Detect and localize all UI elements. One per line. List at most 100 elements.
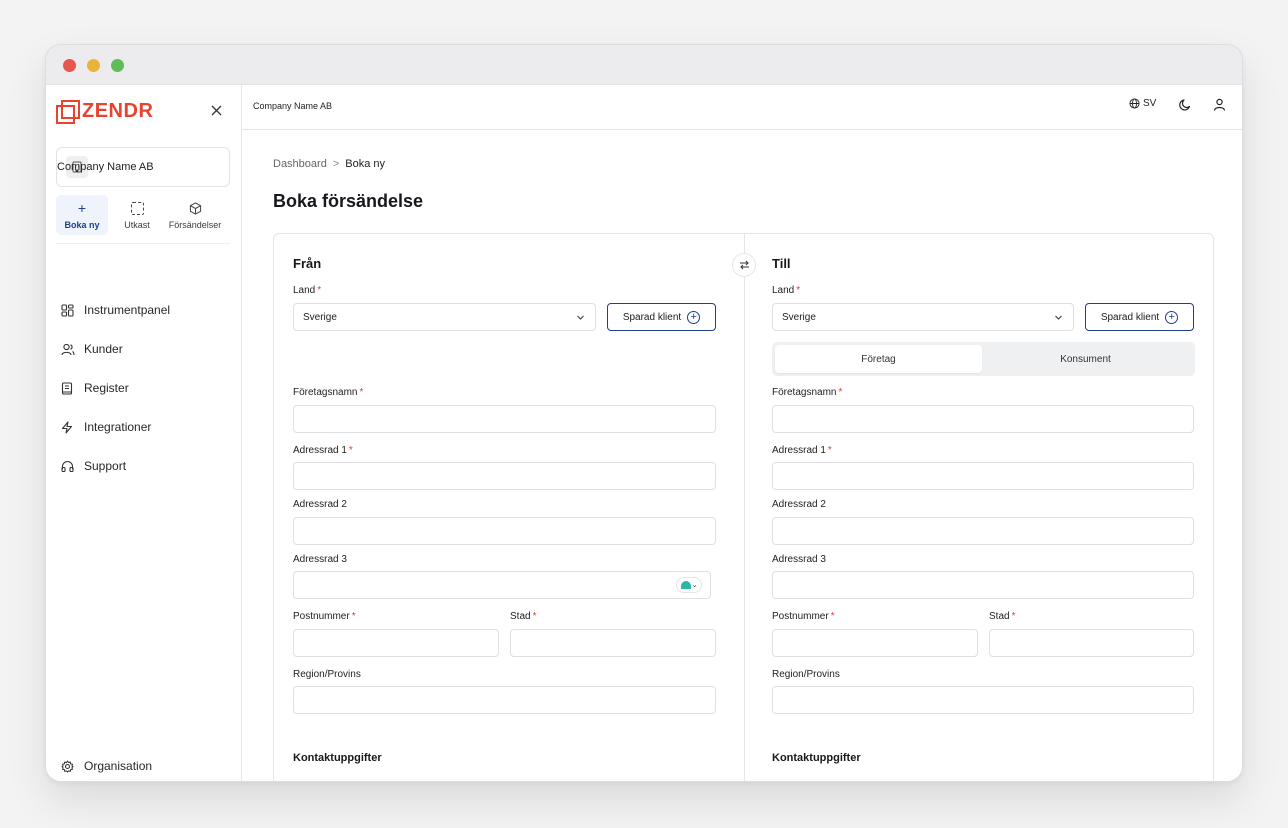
language-selector[interactable]: SV [1129,98,1156,109]
maximize-window-button[interactable] [111,59,124,72]
dashboard-icon [56,303,82,317]
swap-icon [739,260,749,270]
sidebar-item-instrumentpanel[interactable]: Instrumentpanel [56,299,230,321]
plus-icon: + [77,200,87,216]
from-saved-client-button[interactable]: Sparad klient + [607,303,716,331]
sidebar-item-register[interactable]: Register [56,377,230,399]
app-window: ZENDR Company Name AB + Boka ny Utkast F… [45,44,1243,782]
sidebar-item-label: Organisation [84,759,153,773]
close-sidebar-button[interactable] [206,100,226,120]
to-region-label: Region/Provins [772,669,840,680]
from-contact-title: Kontaktuppgifter [293,752,382,764]
from-address1-input[interactable] [293,462,716,490]
company-selector[interactable]: Company Name AB [56,147,230,187]
company-name: Company Name AB [57,161,154,173]
user-icon [1213,98,1226,111]
page-title: Boka försändelse [273,191,424,211]
globe-icon [1129,98,1140,109]
sidebar-item-kunder[interactable]: Kunder [56,338,230,360]
top-bar: Company Name AB SV [242,85,1242,130]
quick-action-label: Utkast [124,220,150,230]
to-address1-input[interactable] [772,462,1194,490]
to-address1-label: Adressrad 1 * [772,445,832,456]
plus-circle-icon: + [687,310,701,324]
main-content: Dashboard > Boka ny Boka försändelse Frå… [242,130,1242,781]
gear-icon [56,760,82,773]
user-menu-button[interactable] [1213,98,1226,116]
from-region-input[interactable] [293,686,716,714]
to-postal-input[interactable] [772,629,978,657]
from-country-label: Land * [293,285,322,296]
title-bar [46,45,1242,85]
topbar-company-name: Company Name AB [253,101,333,111]
to-city-label: Stad * [989,611,1016,622]
to-address3-input[interactable] [772,571,1194,599]
book-icon [56,381,82,395]
breadcrumb-dashboard[interactable]: Dashboard [273,158,327,170]
quick-action-utkast[interactable]: Utkast [108,195,166,235]
sidebar-item-integrationer[interactable]: Integrationer [56,416,230,438]
sidebar-item-label: Support [84,459,127,473]
from-section: Från Land * Sverige Sparad klient + Föret… [293,234,716,781]
saved-client-label: Sparad klient [1100,311,1160,323]
users-icon [56,343,82,356]
theme-toggle-button[interactable] [1179,98,1192,116]
to-company-label: Företagsnamn * [772,387,843,398]
breadcrumb-current: Boka ny [345,158,386,170]
from-address3-label: Adressrad 3 [293,554,347,565]
tab-konsument[interactable]: Konsument [982,345,1189,373]
to-company-input[interactable] [772,405,1194,433]
from-address2-input[interactable] [293,517,716,545]
divider [56,243,230,244]
to-title: Till [772,256,791,271]
minimize-window-button[interactable] [87,59,100,72]
to-saved-client-button[interactable]: Sparad klient + [1085,303,1194,331]
swap-addresses-button[interactable] [732,253,756,277]
sidebar-item-label: Integrationer [84,420,152,434]
to-address2-input[interactable] [772,517,1194,545]
sidebar-item-organisation[interactable]: Organisation [56,755,230,777]
from-postal-input[interactable] [293,629,499,657]
quick-action-boka-ny[interactable]: + Boka ny [56,195,108,235]
breadcrumb: Dashboard > Boka ny [273,158,385,170]
from-company-label: Företagsnamn * [293,387,364,398]
close-window-button[interactable] [63,59,76,72]
recipient-type-toggle: Företag Konsument [772,342,1195,376]
moon-icon [1179,99,1191,111]
from-address2-label: Adressrad 2 [293,499,347,510]
from-postal-label: Postnummer * [293,611,356,622]
from-country-value: Sverige [303,311,337,323]
to-region-input[interactable] [772,686,1194,714]
from-city-label: Stad * [510,611,537,622]
from-city-input[interactable] [510,629,716,657]
to-city-input[interactable] [989,629,1194,657]
quick-action-label: Försändelser [168,220,222,230]
column-divider [744,234,745,781]
sidebar-item-label: Kunder [84,342,123,356]
password-manager-icon[interactable]: ⌄ [676,577,702,593]
sidebar-item-label: Register [84,381,129,395]
package-icon [189,200,202,216]
tab-foretag[interactable]: Företag [775,345,982,373]
chevron-down-icon [1055,315,1062,320]
to-section: Till Land * Sverige Sparad klient + Föret… [772,234,1195,781]
close-icon [211,105,221,115]
from-address3-input[interactable]: ⌄ [293,571,711,599]
logo-text: ZENDR [82,99,154,122]
to-country-select[interactable]: Sverige [772,303,1074,331]
to-postal-label: Postnummer * [772,611,835,622]
breadcrumb-separator: > [332,158,340,170]
from-title: Från [293,256,322,271]
from-region-label: Region/Provins [293,669,361,680]
sidebar: ZENDR Company Name AB + Boka ny Utkast F… [46,85,242,781]
quick-action-label: Boka ny [64,220,100,230]
draft-icon [130,200,144,216]
sidebar-item-label: Instrumentpanel [84,303,171,317]
quick-action-forsandelser[interactable]: Försändelser [166,195,224,235]
from-country-select[interactable]: Sverige [293,303,596,331]
to-address2-label: Adressrad 2 [772,499,826,510]
from-company-input[interactable] [293,405,716,433]
logo[interactable]: ZENDR [56,99,154,124]
sidebar-item-support[interactable]: Support [56,455,230,477]
chevron-down-icon [577,315,584,320]
